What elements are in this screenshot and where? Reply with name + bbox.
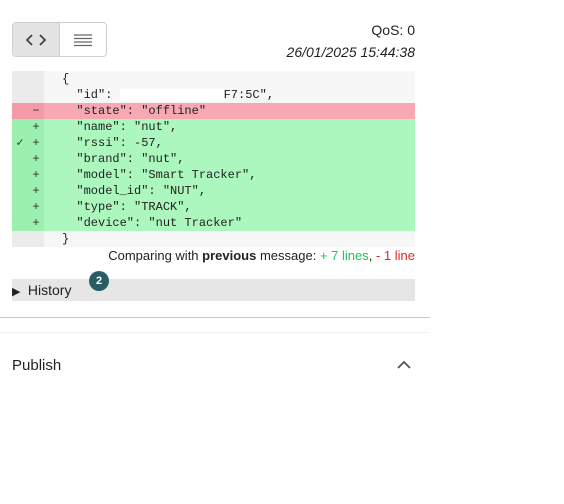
comparison-separator: ,	[368, 248, 376, 263]
diff-code: "model": "Smart Tracker",	[62, 168, 257, 182]
diff-gutter-sign: +	[28, 183, 44, 199]
diff-line-added: + "device": "nut Tracker"	[12, 215, 415, 231]
diff-line-added: + "brand": "nut",	[12, 151, 415, 167]
diff-code: "id": F7:5C",	[44, 87, 415, 103]
diff-line-added: + "type": "TRACK",	[12, 199, 415, 215]
diff-gutter-sign: +	[28, 151, 44, 167]
comparison-target: previous	[202, 248, 257, 263]
diff-viewer: { "id": F7:5C", − "state": "offline" + "…	[12, 71, 415, 247]
diff-gutter-marker	[12, 199, 28, 215]
diff-gutter-sign: −	[28, 103, 44, 119]
diff-code-prefix: "id":	[62, 88, 120, 102]
diff-gutter-sign: +	[28, 167, 44, 183]
diff-gutter-sign	[28, 231, 44, 247]
section-divider	[0, 317, 430, 318]
diff-code-suffix: F7:5C",	[223, 88, 275, 102]
diff-line-added: + "model": "Smart Tracker",	[12, 167, 415, 183]
diff-gutter-sign: +	[28, 199, 44, 215]
qos-label: QoS: 0	[371, 22, 415, 38]
diff-code: "name": "nut",	[62, 120, 178, 134]
list-view-button[interactable]	[60, 23, 106, 56]
diff-line-added: ✓ + "rssi": -57,	[12, 135, 415, 151]
diff-gutter-sign: +	[28, 119, 44, 135]
diff-line-added: + "model_id": "NUT",	[12, 183, 415, 199]
change-marker-icon: ✓	[12, 135, 28, 151]
diff-code: "state": "offline"	[62, 104, 207, 118]
message-timestamp: 26/01/2025 15:44:38	[286, 44, 415, 60]
diff-code: }	[62, 232, 70, 246]
added-lines-count: + 7 lines	[319, 248, 369, 263]
diff-line: "id": F7:5C",	[12, 87, 415, 103]
diff-gutter-marker	[12, 231, 28, 247]
comparison-summary: Comparing with previous message: + 7 lin…	[108, 248, 415, 263]
diff-line-added: + "name": "nut",	[12, 119, 415, 135]
removed-lines-count: - 1 line	[375, 248, 415, 263]
diff-line: }	[12, 231, 415, 247]
lines-list-icon	[74, 33, 92, 46]
diff-code: {	[62, 72, 70, 86]
history-count-badge: 2	[89, 271, 109, 291]
diff-gutter-marker	[12, 119, 28, 135]
code-view-button[interactable]	[13, 23, 60, 56]
diff-gutter-marker	[12, 87, 28, 103]
chevron-up-icon[interactable]	[394, 355, 414, 375]
history-toggle[interactable]: ▶ History	[12, 279, 415, 301]
diff-gutter-marker	[12, 103, 28, 119]
diff-line-removed: − "state": "offline"	[12, 103, 415, 119]
view-toggle	[12, 22, 107, 57]
diff-gutter-sign	[28, 87, 44, 103]
diff-code: "model_id": "NUT",	[62, 184, 207, 198]
diff-gutter-marker	[12, 167, 28, 183]
diff-gutter-marker	[12, 71, 28, 87]
publish-label: Publish	[12, 357, 62, 374]
diff-line: {	[12, 71, 415, 87]
publish-section[interactable]: Publish	[0, 332, 430, 399]
diff-code: "device": "nut Tracker"	[62, 216, 243, 230]
comparison-prefix: Comparing with	[108, 248, 203, 263]
diff-gutter-marker	[12, 151, 28, 167]
diff-gutter-marker	[12, 183, 28, 199]
diff-code: "type": "TRACK",	[62, 200, 192, 214]
diff-gutter-sign	[28, 71, 44, 87]
expand-triangle-icon: ▶	[12, 286, 21, 298]
code-brackets-icon	[25, 33, 47, 46]
diff-code: "brand": "nut",	[62, 152, 185, 166]
diff-gutter-sign: +	[28, 135, 44, 151]
diff-gutter-sign: +	[28, 215, 44, 231]
comparison-middle: message:	[256, 248, 320, 263]
redaction-mask	[119, 88, 224, 101]
diff-code: "rssi": -57,	[62, 136, 163, 150]
history-label: History	[27, 282, 72, 298]
diff-gutter-marker	[12, 215, 28, 231]
